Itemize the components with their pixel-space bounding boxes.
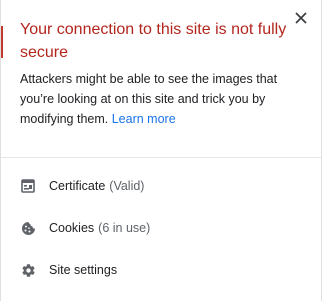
section-divider (1, 157, 321, 158)
connection-warning-description: Attackers might be able to see the image… (20, 69, 310, 129)
cookie-icon (20, 220, 36, 236)
site-settings-item[interactable]: Site settings (1, 250, 321, 290)
close-button[interactable] (291, 8, 311, 28)
close-icon (295, 12, 307, 24)
connection-warning-title: Your connection to this site is not full… (20, 21, 287, 61)
cookies-label: Cookies (49, 221, 95, 235)
site-settings-label: Site settings (49, 263, 118, 277)
warning-accent-bar (1, 26, 3, 58)
certificate-item[interactable]: Certificate (Valid) (1, 166, 321, 206)
certificate-label: Certificate (49, 179, 106, 193)
certificate-icon (20, 178, 36, 194)
learn-more-link[interactable]: Learn more (112, 112, 176, 126)
site-info-popup: Your connection to this site is not full… (0, 0, 322, 301)
gear-icon (20, 262, 36, 278)
cookies-status: (6 in use) (98, 221, 151, 235)
certificate-status: (Valid) (109, 179, 145, 193)
cookies-item[interactable]: Cookies (6 in use) (1, 208, 321, 248)
